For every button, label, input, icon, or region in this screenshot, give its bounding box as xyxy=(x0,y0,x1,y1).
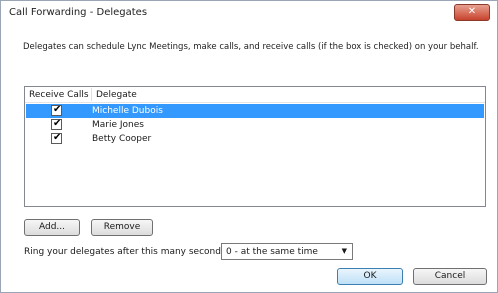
ring-delay-value: 0 - at the same time xyxy=(226,247,318,257)
checkmark-icon: ✔ xyxy=(53,118,62,129)
delegate-name: Betty Cooper xyxy=(92,134,152,144)
ok-button[interactable]: OK xyxy=(337,268,403,285)
close-icon: ✕ xyxy=(467,6,477,17)
delegate-list[interactable]: Receive Calls Delegate ✔ Michelle Dubois… xyxy=(24,86,486,207)
close-button[interactable]: ✕ xyxy=(454,4,490,21)
call-forwarding-delegates-dialog: Call Forwarding - Delegates ✕ Delegates … xyxy=(0,0,498,293)
ring-delay-label: Ring your delegates after this many seco… xyxy=(24,247,229,257)
list-item[interactable]: ✔ Betty Cooper xyxy=(26,132,484,146)
column-header-receive-calls[interactable]: Receive Calls xyxy=(29,90,89,100)
ring-delay-select[interactable]: 0 - at the same time ▼ xyxy=(221,243,353,260)
receive-calls-checkbox[interactable]: ✔ xyxy=(51,132,62,144)
list-item[interactable]: ✔ Michelle Dubois xyxy=(26,104,484,118)
column-separator[interactable] xyxy=(91,88,92,101)
window-title: Call Forwarding - Delegates xyxy=(9,7,148,18)
cancel-button[interactable]: Cancel xyxy=(413,268,487,285)
title-bar[interactable]: Call Forwarding - Delegates ✕ xyxy=(1,1,497,25)
dropdown-arrow-icon[interactable]: ▼ xyxy=(342,247,347,255)
remove-button[interactable]: Remove xyxy=(91,219,153,236)
checkmark-icon: ✔ xyxy=(53,104,62,115)
checkmark-icon: ✔ xyxy=(53,132,62,143)
delegate-name: Michelle Dubois xyxy=(92,106,163,116)
description-text: Delegates can schedule Lync Meetings, ma… xyxy=(23,42,479,52)
add-button[interactable]: Add... xyxy=(24,219,80,236)
column-header-delegate[interactable]: Delegate xyxy=(96,90,137,100)
receive-calls-checkbox[interactable]: ✔ xyxy=(51,104,62,116)
list-item[interactable]: ✔ Marie Jones xyxy=(26,118,484,132)
list-header: Receive Calls Delegate xyxy=(25,87,485,103)
delegate-name: Marie Jones xyxy=(92,120,144,130)
receive-calls-checkbox[interactable]: ✔ xyxy=(51,118,62,130)
